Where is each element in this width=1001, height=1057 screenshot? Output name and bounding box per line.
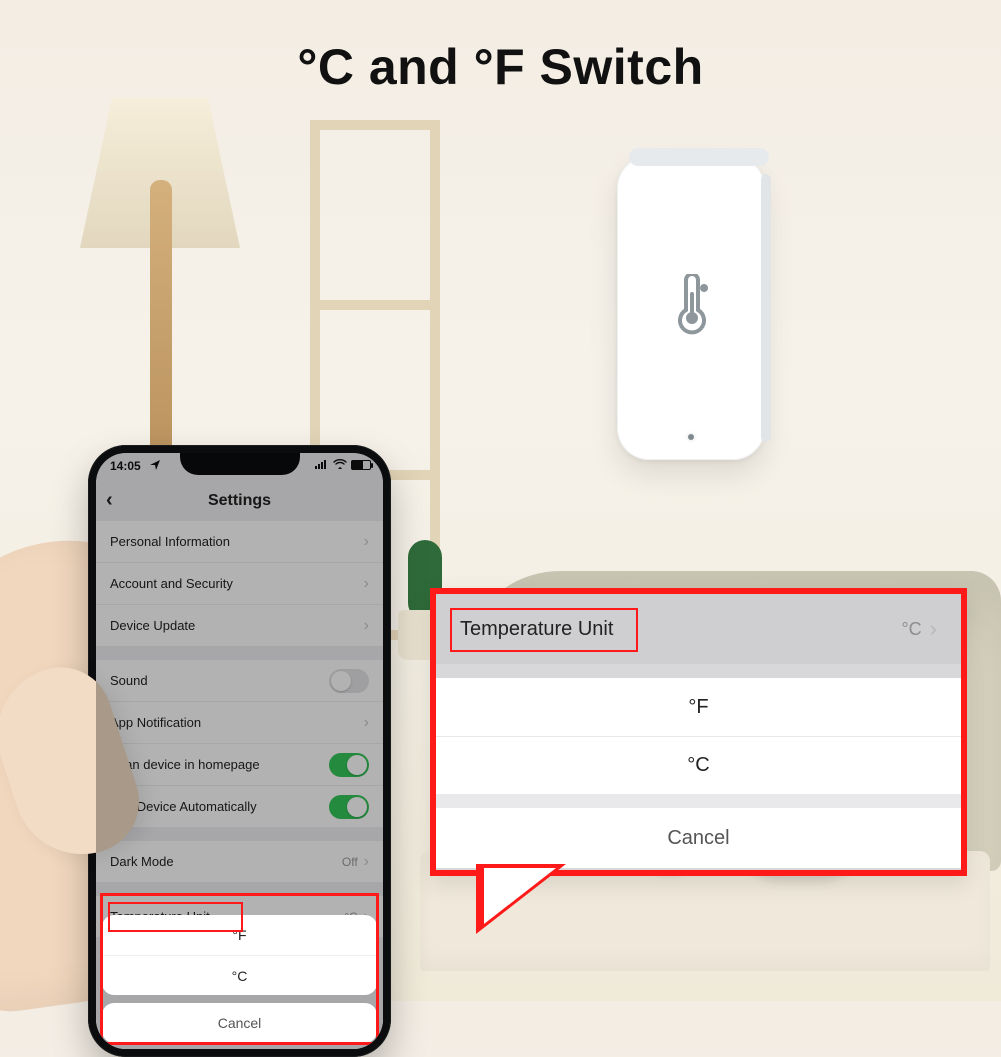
callout-gap: [436, 794, 961, 808]
chevron-right-icon: ›: [930, 616, 937, 642]
callout-row-value: °C: [901, 619, 921, 640]
status-led: [688, 434, 694, 440]
callout-highlight: [450, 608, 638, 652]
callout-option-f[interactable]: °F: [436, 678, 961, 736]
callout-tail: [476, 864, 566, 934]
sheet-option-c[interactable]: °C: [102, 955, 377, 995]
page-title: °C and °F Switch: [0, 38, 1001, 96]
sensor-device: [617, 156, 765, 460]
callout-option-c[interactable]: °C: [436, 736, 961, 794]
zoom-callout: Temperature Unit °C › °F °C Cancel: [430, 588, 967, 876]
callout-cancel[interactable]: Cancel: [436, 808, 961, 868]
sheet-option-f[interactable]: °F: [102, 915, 377, 955]
sheet-cancel[interactable]: Cancel: [102, 1003, 377, 1043]
thermometer-icon: [664, 274, 718, 341]
action-sheet: °F °C Cancel: [102, 915, 377, 1043]
phone-screen: 14:05 ‹ Settings Personal Information›Ac…: [96, 453, 383, 1049]
phone-frame: 14:05 ‹ Settings Personal Information›Ac…: [88, 445, 391, 1057]
